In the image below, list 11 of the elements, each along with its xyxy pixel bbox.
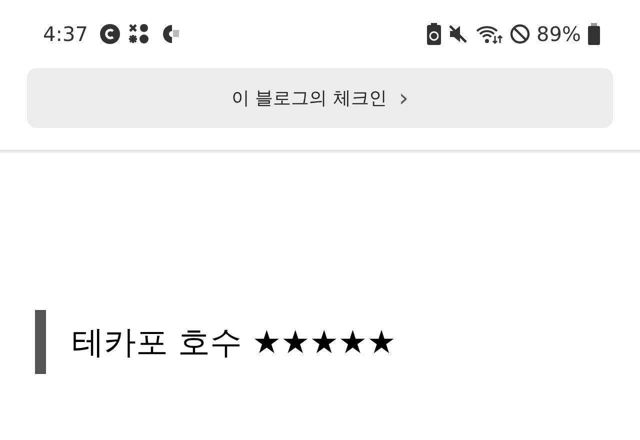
battery-icon [588, 23, 600, 45]
status-time: 4:37 [43, 21, 88, 48]
mute-icon [448, 24, 468, 44]
place-heading: 테카포 호수 ★★★★★ [72, 322, 396, 363]
wifi-icon [474, 23, 503, 45]
do-not-disturb-icon [510, 24, 530, 44]
heading-accent-bar [35, 310, 46, 374]
c-circle-icon [100, 24, 120, 44]
battery-percent: 89% [536, 21, 581, 48]
checkin-button[interactable]: 이 블로그의 체크인 › [27, 68, 613, 128]
grid-symbols-icon [128, 23, 150, 45]
